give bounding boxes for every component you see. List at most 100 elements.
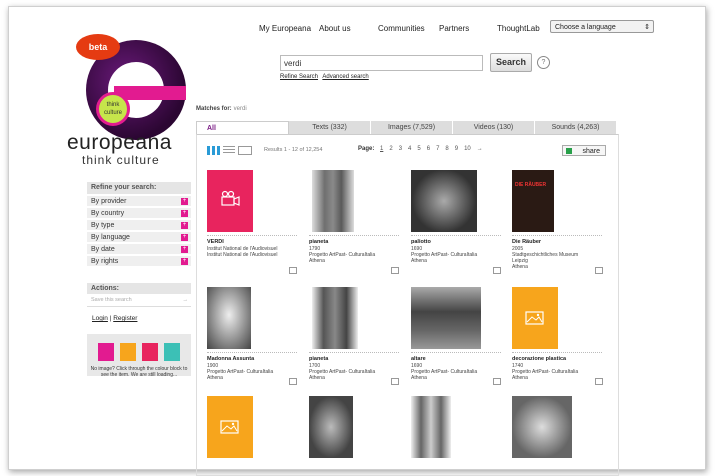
thumbnail-vestment[interactable] (512, 396, 572, 458)
facet-language[interactable]: By language + (87, 232, 191, 243)
facet-country[interactable]: By country + (87, 208, 191, 219)
tab-all[interactable]: All (196, 121, 289, 135)
item-title[interactable]: pianeta (309, 356, 328, 362)
next-page-arrow[interactable]: → (477, 146, 483, 152)
help-icon[interactable]: ? (537, 56, 550, 69)
tab-sounds[interactable]: Sounds (4,263) (535, 121, 617, 134)
image-type-icon (595, 378, 603, 385)
advanced-search-link[interactable]: Advanced search (322, 74, 368, 80)
plus-icon[interactable]: + (181, 234, 188, 241)
item-source: Athena (512, 264, 528, 270)
register-link[interactable]: Register (113, 315, 137, 322)
plus-icon[interactable]: + (181, 210, 188, 217)
page-link[interactable]: 3 (399, 146, 402, 152)
divider (411, 235, 501, 236)
divider (512, 235, 602, 236)
page-link[interactable]: 1 (380, 146, 383, 152)
thumbnail-pianeta[interactable] (312, 287, 358, 349)
plus-icon[interactable]: + (181, 258, 188, 265)
language-select[interactable]: Choose a language ⇕ (550, 20, 654, 33)
image-type-icon (595, 267, 603, 274)
nav-about-us[interactable]: About us (319, 24, 351, 33)
thumbnail-altare[interactable] (411, 287, 481, 349)
page-label: Page: (358, 146, 375, 152)
tab-images[interactable]: Images (7,529) (371, 121, 453, 134)
page-link[interactable]: 6 (427, 146, 430, 152)
text-type-icon[interactable] (98, 343, 114, 361)
beta-badge: beta (76, 34, 120, 60)
video-type-icon[interactable] (142, 343, 158, 361)
item-title[interactable]: Madonna Assunta (207, 356, 254, 362)
results-count: Results 1 - 12 of 12,254 (264, 147, 323, 153)
grid-view-icon[interactable] (207, 146, 220, 155)
item-title[interactable]: Die Räuber (512, 239, 541, 245)
nav-my-europeana[interactable]: My Europeana (259, 24, 311, 33)
image-type-icon (391, 378, 399, 385)
page-link[interactable]: 4 (408, 146, 411, 152)
item-source: Athena (411, 258, 427, 264)
page-link[interactable]: 8 (445, 146, 448, 152)
share-button[interactable]: share (562, 145, 606, 156)
divider (512, 352, 602, 353)
facet-label: By date (91, 246, 115, 253)
divider (207, 352, 297, 353)
thumbnail-image-placeholder[interactable] (512, 287, 558, 349)
page-link[interactable]: 9 (455, 146, 458, 152)
search-input[interactable]: verdi (280, 55, 483, 71)
arrow-right-icon: → (182, 297, 189, 303)
facet-provider[interactable]: By provider + (87, 196, 191, 207)
poster-title: DIE RÄUBER (515, 182, 547, 188)
search-button[interactable]: Search (490, 53, 532, 72)
page-link[interactable]: 10 (464, 146, 471, 152)
thumbnail-image-placeholder[interactable] (207, 396, 253, 458)
image-type-icon[interactable] (120, 343, 136, 361)
thumbnail-vestment[interactable] (411, 396, 451, 458)
item-title[interactable]: paliotto (411, 239, 431, 245)
timeline-view-icon[interactable] (238, 146, 252, 155)
video-camera-icon (221, 190, 240, 206)
list-view-icon[interactable] (223, 146, 235, 155)
login-link[interactable]: Login (92, 315, 108, 322)
thumbnail-die-rauber[interactable]: DIE RÄUBER (512, 170, 554, 232)
facet-date[interactable]: By date + (87, 244, 191, 255)
page-link[interactable]: 5 (417, 146, 420, 152)
item-title[interactable]: pianeta (309, 239, 328, 245)
facet-rights[interactable]: By rights + (87, 256, 191, 267)
matches-term: verdi (233, 106, 247, 112)
refine-search-link[interactable]: Refine Search (280, 74, 318, 80)
item-title[interactable]: VERDI (207, 239, 224, 245)
thumbnail-paliotto[interactable] (411, 170, 477, 232)
facet-type[interactable]: By type + (87, 220, 191, 231)
thumbnail-pianeta[interactable] (312, 170, 354, 232)
search-links: Refine Search Advanced search (280, 74, 372, 80)
item-source: Athena (512, 375, 528, 381)
nav-thoughtlab[interactable]: ThoughtLab (497, 24, 540, 33)
nav-partners[interactable]: Partners (439, 24, 469, 33)
divider (309, 235, 399, 236)
item-provider: Institut National de l'Audiovisuel (207, 252, 278, 258)
thumbnail-vestment[interactable] (309, 396, 353, 458)
language-select-label: Choose a language (555, 24, 616, 31)
item-title[interactable]: altare (411, 356, 426, 362)
save-search-label: Save this search (91, 297, 132, 303)
thumbnail-video[interactable] (207, 170, 253, 232)
page-link[interactable]: 7 (436, 146, 439, 152)
plus-icon[interactable]: + (181, 246, 188, 253)
sound-type-icon[interactable] (164, 343, 180, 361)
logo-tagline: think culture (82, 153, 160, 167)
facet-label: By type (91, 222, 115, 229)
separator: | (109, 315, 112, 322)
plus-icon[interactable]: + (181, 222, 188, 229)
nav-communities[interactable]: Communities (378, 24, 425, 33)
plus-icon[interactable]: + (181, 198, 188, 205)
tab-texts[interactable]: Texts (332) (289, 121, 371, 134)
divider (411, 352, 501, 353)
thumbnail-madonna[interactable] (207, 287, 251, 349)
item-source: Athena (411, 375, 427, 381)
tab-videos[interactable]: Videos (130) (453, 121, 535, 134)
divider (309, 352, 399, 353)
page-link[interactable]: 2 (389, 146, 392, 152)
item-title[interactable]: decorazione plastica (512, 356, 566, 362)
save-search[interactable]: Save this search → (87, 297, 191, 307)
image-type-icon (493, 267, 501, 274)
